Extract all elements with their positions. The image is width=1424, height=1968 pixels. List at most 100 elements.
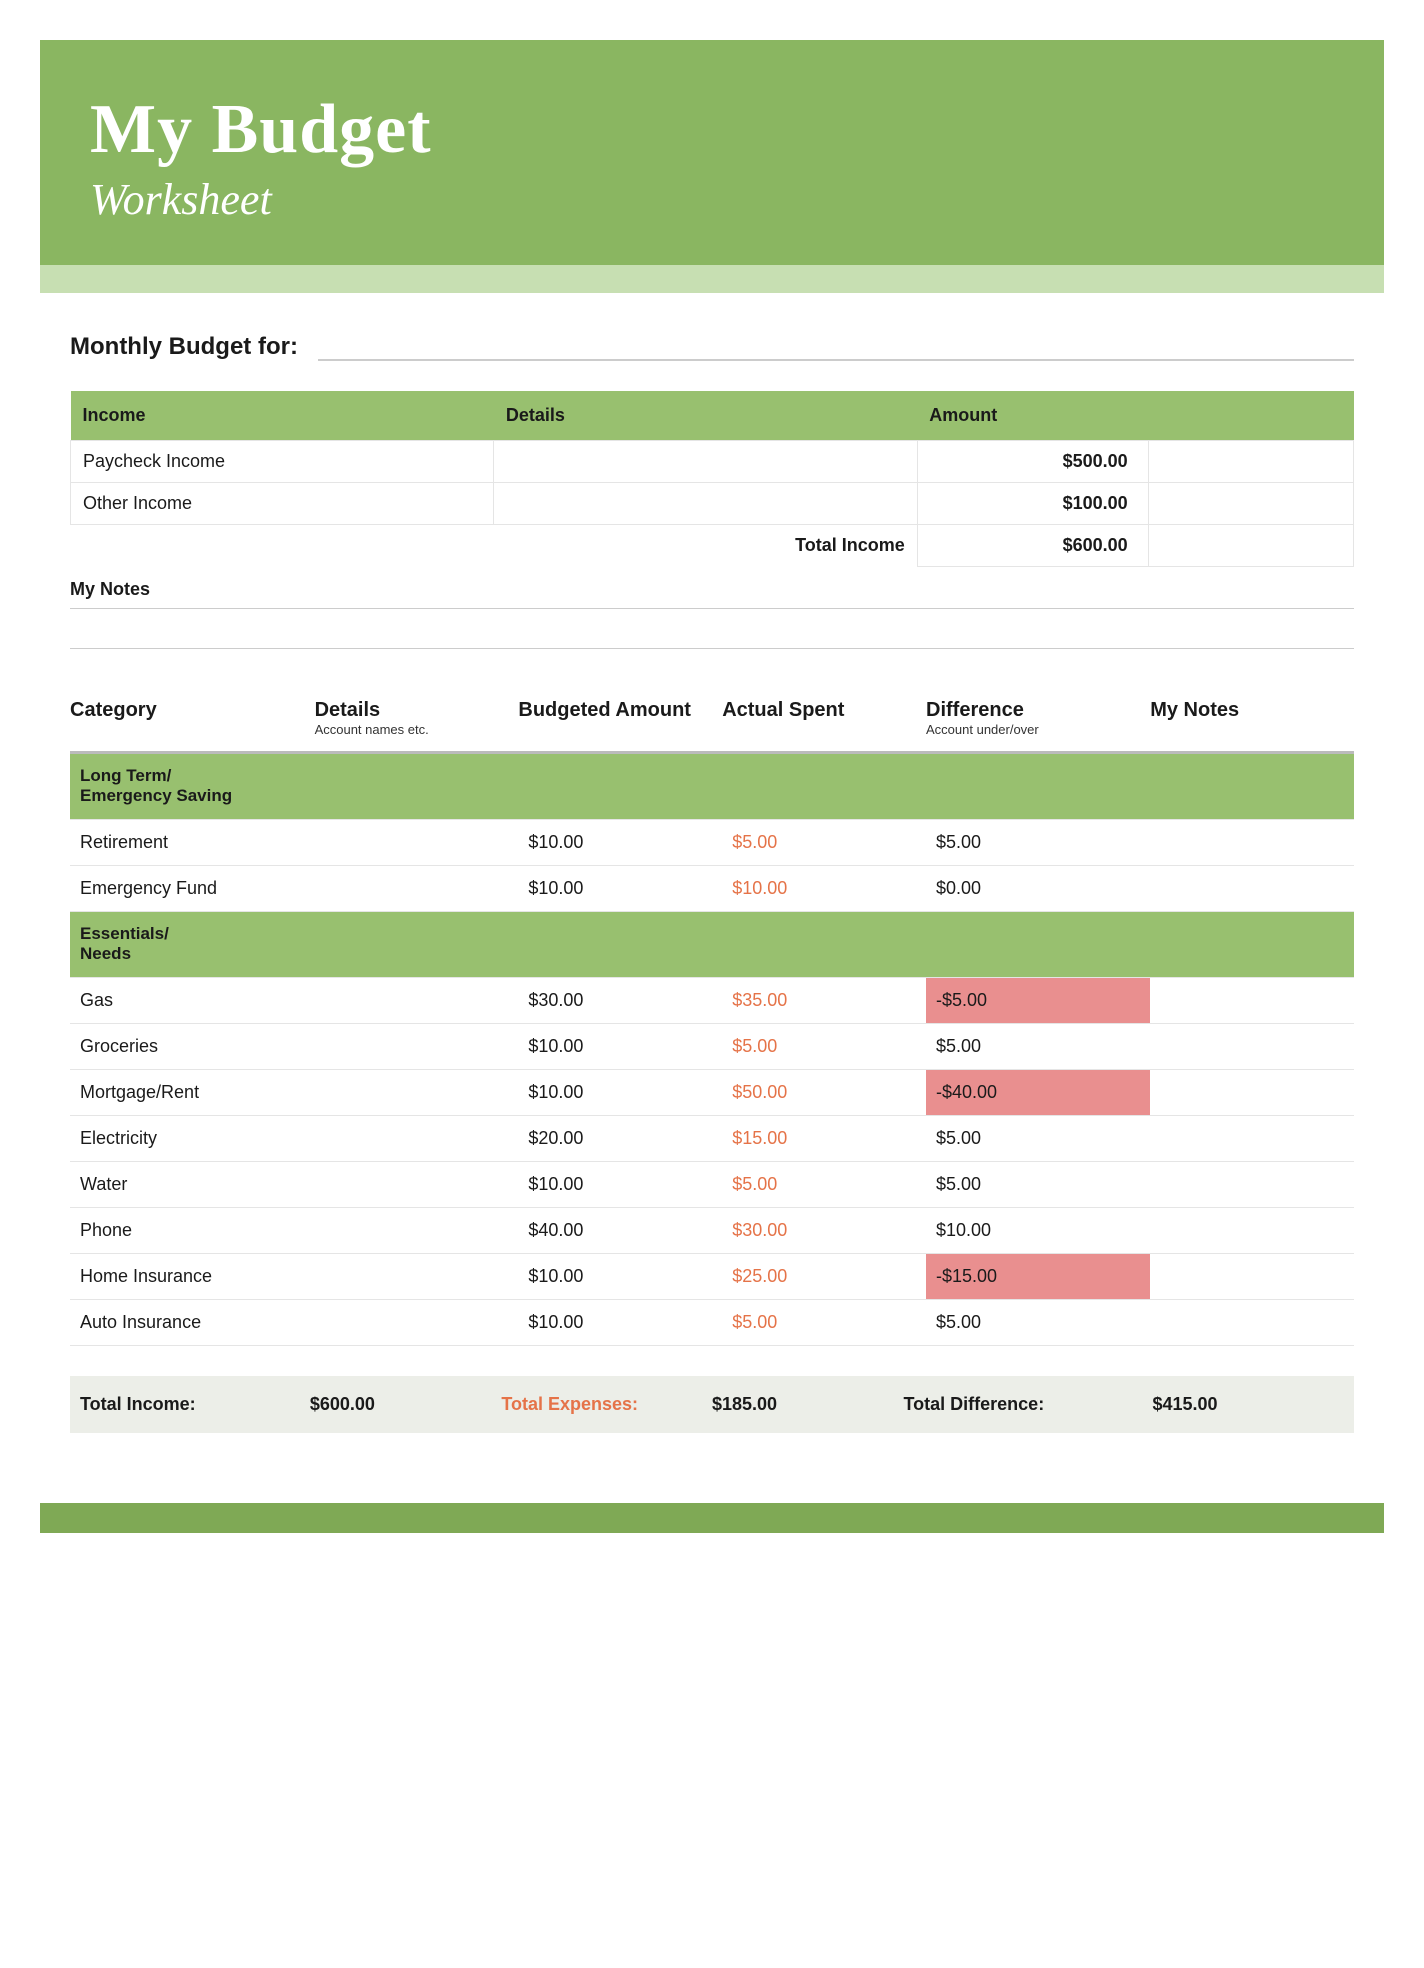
expense-budgeted[interactable]: $10.00 <box>518 1254 722 1299</box>
section-title: Long Term/ Emergency Saving <box>70 754 315 819</box>
expense-details[interactable] <box>315 978 519 1023</box>
expense-budgeted[interactable]: $30.00 <box>518 978 722 1023</box>
summary-difference-value: $415.00 <box>1152 1394 1344 1415</box>
summary-expenses-value: $185.00 <box>712 1394 904 1415</box>
income-row: Paycheck Income $500.00 <box>71 441 1354 483</box>
header-difference: Difference Account under/over <box>926 699 1150 737</box>
expense-details[interactable] <box>315 1116 519 1161</box>
summary-income-value: $600.00 <box>310 1394 502 1415</box>
section-title: Essentials/ Needs <box>70 912 315 977</box>
summary-income-label: Total Income: <box>80 1394 310 1415</box>
expense-actual[interactable]: $5.00 <box>722 1024 926 1069</box>
expense-budgeted[interactable]: $10.00 <box>518 820 722 865</box>
expense-row: Auto Insurance$10.00$5.00$5.00 <box>70 1300 1354 1346</box>
expense-body: Long Term/ Emergency SavingRetirement $10… <box>70 754 1354 1346</box>
expense-budgeted[interactable]: $10.00 <box>518 1300 722 1345</box>
expense-details[interactable] <box>315 820 519 865</box>
expense-details[interactable] <box>315 1070 519 1115</box>
expense-budgeted[interactable]: $10.00 <box>518 866 722 911</box>
expense-difference: $5.00 <box>926 1300 1150 1345</box>
expense-section-header: Long Term/ Emergency Saving <box>70 754 1354 820</box>
expense-label: Emergency Fund <box>70 866 315 911</box>
summary-row: Total Income: $600.00 Total Expenses: $1… <box>70 1376 1354 1433</box>
income-row: Other Income $100.00 <box>71 483 1354 525</box>
my-notes-label: My Notes <box>70 579 1354 609</box>
expense-actual[interactable]: $30.00 <box>722 1208 926 1253</box>
footer-bar <box>40 1503 1384 1533</box>
income-amount[interactable]: $500.00 <box>917 441 1148 483</box>
expense-budgeted[interactable]: $40.00 <box>518 1208 722 1253</box>
expense-row: Electricity $20.00$15.00$5.00 <box>70 1116 1354 1162</box>
income-header-amount: Amount <box>917 391 1353 441</box>
my-notes-area[interactable] <box>70 609 1354 649</box>
expense-budgeted[interactable]: $10.00 <box>518 1024 722 1069</box>
expense-actual[interactable]: $5.00 <box>722 1300 926 1345</box>
income-details[interactable] <box>494 483 917 525</box>
summary-expenses-label: Total Expenses: <box>501 1394 712 1415</box>
header-details: Details Account names etc. <box>315 699 519 737</box>
header-stripe <box>40 265 1384 293</box>
page-subtitle: Worksheet <box>90 174 1334 225</box>
expense-headers: Category Details Account names etc. Budg… <box>70 699 1354 754</box>
expense-row: Mortgage/Rent$10.00$50.00-$40.00 <box>70 1070 1354 1116</box>
expense-actual[interactable]: $35.00 <box>722 978 926 1023</box>
expense-notes[interactable] <box>1150 1254 1354 1299</box>
expense-label: Mortgage/Rent <box>70 1070 315 1115</box>
expense-notes[interactable] <box>1150 978 1354 1023</box>
expense-actual[interactable]: $15.00 <box>722 1116 926 1161</box>
expense-details[interactable] <box>315 1024 519 1069</box>
expense-row: Water$10.00$5.00$5.00 <box>70 1162 1354 1208</box>
expense-difference: $5.00 <box>926 1024 1150 1069</box>
expense-notes[interactable] <box>1150 1208 1354 1253</box>
expense-actual[interactable]: $5.00 <box>722 1162 926 1207</box>
expense-row: Phone $40.00$30.00$10.00 <box>70 1208 1354 1254</box>
expense-details[interactable] <box>315 866 519 911</box>
income-label: Other Income <box>71 483 494 525</box>
expense-difference: $10.00 <box>926 1208 1150 1253</box>
expense-notes[interactable] <box>1150 820 1354 865</box>
expense-details[interactable] <box>315 1300 519 1345</box>
income-amount[interactable]: $100.00 <box>917 483 1148 525</box>
expense-section-header: Essentials/ Needs <box>70 912 1354 978</box>
expense-label: Gas <box>70 978 315 1023</box>
expense-details[interactable] <box>315 1254 519 1299</box>
expense-notes[interactable] <box>1150 866 1354 911</box>
expense-difference: $5.00 <box>926 1162 1150 1207</box>
month-input-line[interactable] <box>318 335 1354 361</box>
expense-label: Retirement <box>70 820 315 865</box>
budget-worksheet: My Budget Worksheet Monthly Budget for: … <box>0 40 1424 1573</box>
expense-notes[interactable] <box>1150 1162 1354 1207</box>
expense-actual[interactable]: $25.00 <box>722 1254 926 1299</box>
expense-notes[interactable] <box>1150 1024 1354 1069</box>
income-details[interactable] <box>494 441 917 483</box>
total-income-label: Total Income <box>494 525 917 567</box>
summary-difference-label: Total Difference: <box>904 1394 1153 1415</box>
expense-details[interactable] <box>315 1208 519 1253</box>
expense-budgeted[interactable]: $10.00 <box>518 1162 722 1207</box>
expense-budgeted[interactable]: $20.00 <box>518 1116 722 1161</box>
expense-difference: $5.00 <box>926 820 1150 865</box>
income-header-details: Details <box>494 391 917 441</box>
income-label: Paycheck Income <box>71 441 494 483</box>
month-row: Monthly Budget for: <box>70 333 1354 361</box>
total-income-amount: $600.00 <box>917 525 1148 567</box>
expense-notes[interactable] <box>1150 1300 1354 1345</box>
expense-actual[interactable]: $10.00 <box>722 866 926 911</box>
expense-actual[interactable]: $5.00 <box>722 820 926 865</box>
expense-budgeted[interactable]: $10.00 <box>518 1070 722 1115</box>
expense-details[interactable] <box>315 1162 519 1207</box>
month-label: Monthly Budget for: <box>70 333 298 361</box>
expense-row: Home Insurance$10.00$25.00-$15.00 <box>70 1254 1354 1300</box>
expense-label: Home Insurance <box>70 1254 315 1299</box>
income-header-income: Income <box>71 391 494 441</box>
header-band: My Budget Worksheet <box>40 40 1384 265</box>
expense-row: Groceries$10.00$5.00$5.00 <box>70 1024 1354 1070</box>
income-total-row: Total Income $600.00 <box>71 525 1354 567</box>
expense-notes[interactable] <box>1150 1070 1354 1115</box>
header-notes: My Notes <box>1150 699 1354 737</box>
expense-actual[interactable]: $50.00 <box>722 1070 926 1115</box>
expense-notes[interactable] <box>1150 1116 1354 1161</box>
expense-difference: $5.00 <box>926 1116 1150 1161</box>
expense-label: Electricity <box>70 1116 315 1161</box>
expense-label: Phone <box>70 1208 315 1253</box>
